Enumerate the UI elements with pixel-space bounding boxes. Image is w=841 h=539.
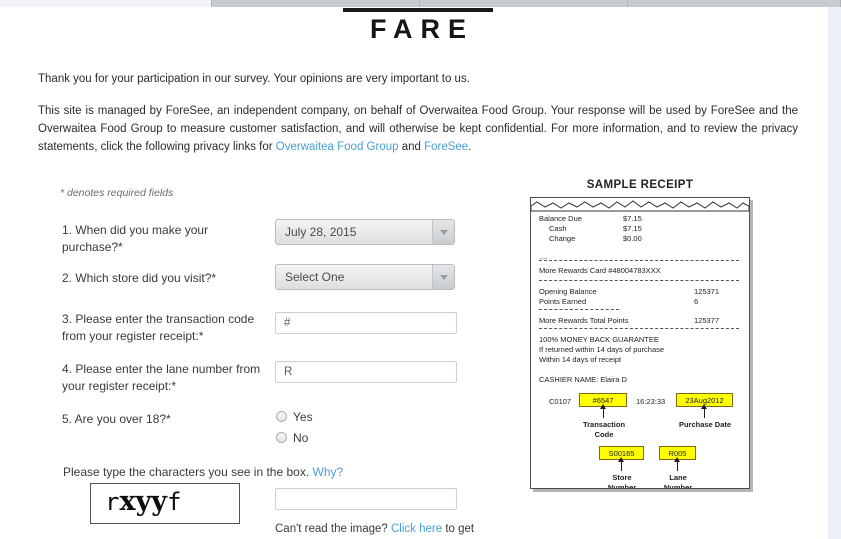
receipt-line: More Rewards Card #48004783XXX bbox=[539, 266, 661, 275]
receipt-line: CASHIER NAME: Elaira D bbox=[539, 375, 627, 384]
captcha-image-text: rxyyf bbox=[105, 486, 181, 517]
receipt-separator bbox=[539, 309, 619, 310]
radio-over18-yes-label: Yes bbox=[293, 410, 313, 424]
captcha-prompt: Please type the characters you see in th… bbox=[63, 465, 343, 479]
receipt-separator bbox=[539, 260, 739, 261]
receipt-separator bbox=[539, 328, 739, 329]
arrow-up-icon bbox=[701, 404, 707, 418]
receipt-line: 125371 bbox=[694, 287, 720, 296]
fare-logo: FARE bbox=[343, 8, 493, 44]
link-overwaitea-food-group[interactable]: Overwaitea Food Group bbox=[276, 141, 399, 153]
annotation-line: Number bbox=[663, 483, 693, 489]
store-select-value: Select One bbox=[285, 270, 345, 284]
logo-rule bbox=[343, 8, 493, 12]
tab-3[interactable] bbox=[420, 0, 628, 7]
question-2-label: 2. Which store did you visit?* bbox=[62, 271, 217, 285]
radio-over18-yes[interactable]: Yes bbox=[276, 410, 313, 424]
receipt-line: Balance Due bbox=[539, 214, 582, 223]
lane-number-input[interactable]: R bbox=[275, 361, 457, 383]
purchase-date-select-value: July 28, 2015 bbox=[285, 225, 357, 239]
receipt-line: 100% MONEY BACK GUARANTEE bbox=[539, 335, 659, 344]
browser-tab-bar bbox=[0, 0, 841, 7]
captcha-char: y bbox=[135, 486, 152, 517]
tab-2[interactable] bbox=[212, 0, 420, 7]
receipt-line: .... bbox=[539, 252, 548, 261]
receipt-line: Opening Balance bbox=[539, 287, 597, 296]
captcha-help-text: Can't read the image? Click here to get … bbox=[275, 521, 475, 539]
captcha-char: f bbox=[166, 488, 182, 516]
chevron-down-icon bbox=[432, 265, 454, 289]
captcha-why-link[interactable]: Why? bbox=[313, 465, 344, 479]
page-canvas: FARE Thank you for your participation in… bbox=[0, 7, 828, 539]
captcha-prompt-text: Please type the characters you see in th… bbox=[63, 465, 310, 479]
transaction-code-input-value: # bbox=[284, 317, 291, 329]
lane-number-annotation: Lane Number bbox=[645, 473, 711, 489]
purchase-date-annotation: Purchase Date bbox=[665, 420, 745, 430]
intro-text-end: . bbox=[468, 141, 472, 153]
sample-receipt-image: Balance Due $7.15 Cash $7.15 Change $0.00....… bbox=[530, 197, 750, 489]
arrow-up-icon bbox=[674, 457, 680, 471]
captcha-char: y bbox=[151, 486, 167, 517]
captcha-char: x bbox=[119, 486, 136, 517]
annotation-line: Lane bbox=[669, 473, 687, 482]
receipt-line: More Rewards Total Points bbox=[539, 316, 629, 325]
torn-paper-edge-icon bbox=[531, 200, 749, 212]
transaction-code-input[interactable]: # bbox=[275, 312, 457, 334]
link-foresee[interactable]: ForeSee bbox=[424, 141, 468, 153]
chevron-down-icon bbox=[432, 220, 454, 244]
captcha-image: rxyyf bbox=[90, 483, 240, 524]
radio-icon bbox=[276, 432, 287, 443]
question-3-label: 3. Please enter the transaction code fro… bbox=[62, 312, 255, 343]
intro-paragraph-2: This site is managed by ForeSee, an inde… bbox=[38, 102, 798, 156]
transaction-code-annotation: Transaction Code bbox=[569, 420, 639, 440]
store-select[interactable]: Select One bbox=[275, 264, 455, 290]
receipt-line: C0107 bbox=[549, 397, 572, 406]
radio-over18-no[interactable]: No bbox=[276, 431, 308, 445]
lane-number-input-value: R bbox=[284, 366, 293, 378]
receipt-line: $7.15 bbox=[623, 214, 642, 223]
receipt-line: Within 14 days of receipt bbox=[539, 355, 622, 364]
tab-active[interactable] bbox=[0, 0, 212, 7]
captcha-char: r bbox=[105, 488, 120, 516]
receipt-line: Change bbox=[549, 234, 576, 243]
tab-4[interactable] bbox=[628, 0, 841, 7]
sample-receipt-title: SAMPLE RECEIPT bbox=[586, 179, 694, 191]
radio-icon bbox=[276, 411, 287, 422]
annotation-line: Transaction bbox=[582, 420, 626, 429]
annotation-line: Purchase Date bbox=[678, 420, 732, 429]
question-4-label: 4. Please enter the lane number from you… bbox=[62, 362, 261, 393]
arrow-up-icon bbox=[600, 404, 606, 418]
radio-over18-no-label: No bbox=[293, 431, 309, 445]
question-1-label: 1. When did you make your purchase?* bbox=[62, 223, 209, 254]
required-fields-note: * denotes required fields bbox=[60, 187, 174, 199]
logo-text: FARE bbox=[369, 14, 474, 44]
receipt-line: If returned within 14 days of purchase bbox=[539, 345, 665, 354]
receipt-line: 16:23:33 bbox=[636, 397, 666, 406]
receipt-line: Cash bbox=[549, 224, 567, 233]
receipt-separator bbox=[539, 280, 739, 281]
question-5-label: 5. Are you over 18?* bbox=[62, 412, 171, 426]
intro-text-and: and bbox=[398, 141, 425, 153]
receipt-line: $0.00 bbox=[623, 234, 642, 243]
purchase-date-select[interactable]: July 28, 2015 bbox=[275, 219, 455, 245]
arrow-up-icon bbox=[618, 457, 624, 471]
annotation-line: Code bbox=[594, 430, 614, 439]
captcha-help-prefix: Can't read the image? bbox=[275, 523, 391, 535]
receipt-line: $7.15 bbox=[623, 224, 642, 233]
captcha-input[interactable] bbox=[275, 488, 457, 510]
captcha-refresh-link[interactable]: Click here bbox=[391, 523, 442, 535]
intro-paragraph-1: Thank you for your participation in our … bbox=[38, 73, 470, 85]
page-right-gutter bbox=[828, 7, 841, 539]
receipt-line: Points Earned bbox=[539, 297, 587, 306]
receipt-line: 6 bbox=[694, 297, 699, 306]
receipt-line: 125377 bbox=[694, 316, 720, 325]
